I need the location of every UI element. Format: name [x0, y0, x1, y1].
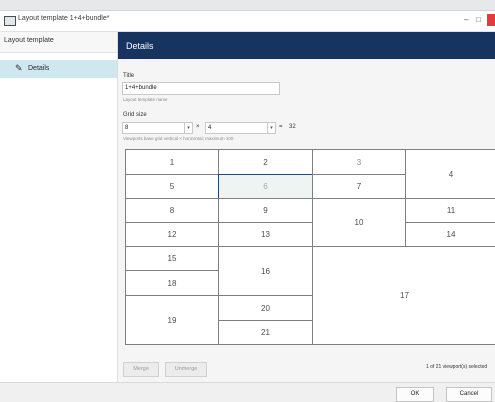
cancel-button[interactable]: Cancel — [446, 387, 492, 402]
cols-select[interactable]: 4 ▾ — [205, 122, 276, 134]
title-bar: Layout template 1+4+bundle* – □ — [0, 11, 495, 32]
viewport-cell-11[interactable]: 11 — [405, 198, 495, 223]
viewport-cell-14[interactable]: 14 — [405, 222, 495, 247]
grid-size-label: Grid size — [123, 112, 147, 118]
sidebar-item-details[interactable]: ✎ Details — [0, 60, 117, 78]
grid-action-bar: Merge Unmerge 1 of 21 viewport(s) select… — [118, 360, 495, 377]
sidebar-header-label: Layout template — [4, 37, 54, 44]
viewport-cell-1[interactable]: 1 — [125, 149, 219, 175]
rows-value: 8 — [125, 125, 129, 131]
viewport-cell-3[interactable]: 3 — [312, 149, 406, 175]
viewport-cell-5[interactable]: 5 — [125, 174, 219, 199]
viewport-cell-12[interactable]: 12 — [125, 222, 219, 247]
title-label: Title — [123, 73, 135, 79]
viewport-cell-13[interactable]: 13 — [218, 222, 313, 247]
times-sign: × — [196, 124, 200, 130]
title-hint: Layout template name — [123, 97, 168, 102]
viewport-cell-8[interactable]: 8 — [125, 198, 219, 223]
viewport-cell-7[interactable]: 7 — [312, 174, 406, 199]
chevron-down-icon: ▾ — [267, 123, 275, 133]
maximize-button[interactable]: □ — [476, 15, 481, 24]
dialog-footer: OK Cancel — [0, 382, 495, 402]
merge-button[interactable]: Merge — [123, 362, 159, 377]
details-header: Details — [118, 32, 495, 59]
viewport-cell-18[interactable]: 18 — [125, 270, 219, 296]
viewport-cell-10[interactable]: 10 — [312, 198, 406, 247]
viewport-cell-16[interactable]: 16 — [218, 246, 313, 296]
viewport-cell-19[interactable]: 19 — [125, 295, 219, 345]
sidebar: Layout template ✎ Details — [0, 32, 118, 391]
sidebar-header: Layout template — [0, 32, 117, 53]
equals-sign: = — [279, 124, 283, 130]
details-title: Details — [126, 41, 154, 51]
app-icon — [4, 16, 16, 26]
viewport-cell-2[interactable]: 2 — [218, 149, 313, 175]
viewport-cell-15[interactable]: 15 — [125, 246, 219, 271]
ok-button[interactable]: OK — [396, 387, 434, 402]
grid-hint: Viewports base grid vertical × horizonta… — [123, 136, 234, 141]
window-title: Layout template 1+4+bundle* — [18, 15, 110, 22]
unmerge-button[interactable]: Unmerge — [165, 362, 207, 377]
selection-status: 1 of 21 viewport(s) selected — [426, 364, 488, 370]
cols-value: 4 — [208, 125, 212, 131]
sidebar-item-label: Details — [28, 65, 50, 72]
close-button[interactable] — [487, 14, 495, 26]
viewport-cell-20[interactable]: 20 — [218, 295, 313, 321]
pencil-icon: ✎ — [15, 63, 23, 73]
rows-select[interactable]: 8 ▾ — [122, 122, 193, 134]
viewport-cell-9[interactable]: 9 — [218, 198, 313, 223]
viewport-cell-6[interactable]: 6 — [218, 174, 313, 199]
viewport-cell-4[interactable]: 4 — [405, 149, 495, 199]
title-input[interactable]: 1+4+bundle — [122, 82, 280, 95]
total-viewports: 32 — [289, 124, 296, 130]
chevron-down-icon: ▾ — [184, 123, 192, 133]
minimize-button[interactable]: – — [464, 15, 468, 24]
viewport-cell-17[interactable]: 17 — [312, 246, 495, 345]
viewport-grid: 1 2 3 4 5 6 7 8 9 10 11 12 13 14 15 16 1… — [125, 149, 495, 345]
viewport-cell-21[interactable]: 21 — [218, 320, 313, 345]
